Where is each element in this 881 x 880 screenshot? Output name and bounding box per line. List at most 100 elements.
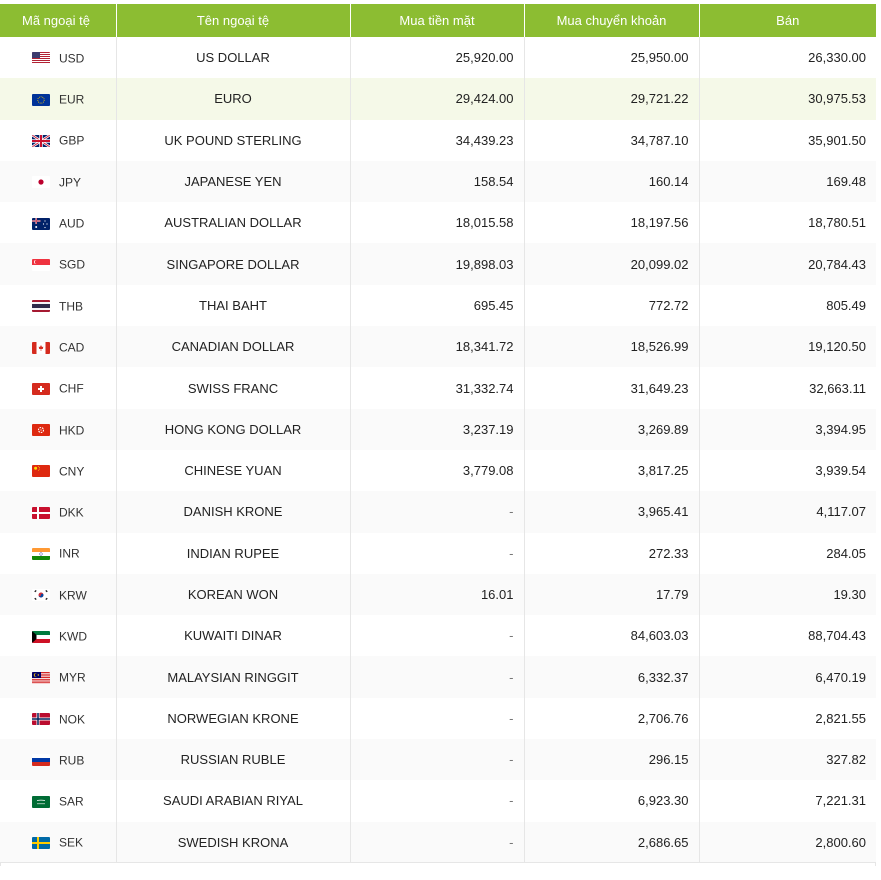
sell-rate: 6,470.19 — [815, 669, 866, 685]
currency-code-cell: SAR — [0, 780, 117, 822]
currency-code-cell: JPY — [0, 160, 117, 203]
currency-code: KWD — [59, 629, 87, 644]
transfer-buy-rate: 3,817.25 — [524, 449, 700, 492]
header-transfer-buy: Mua chuyển khoản — [524, 4, 700, 37]
currency-code-cell: AUD — [0, 202, 117, 244]
us-flag-icon — [32, 52, 50, 65]
currency-name: UK POUND STERLING — [116, 119, 351, 161]
table-row: SEK SWEDISH KRONA -2,686.65 2,800.60 — [0, 821, 876, 864]
sell-rate: 30,975.53 — [808, 91, 866, 107]
th-flag-icon — [32, 300, 50, 313]
table-row: HKD HONG KONG DOLLAR 3,237.19 3,269.89 3,394… — [0, 408, 876, 450]
header-currency-code: Mã ngoại tệ — [0, 4, 117, 37]
sell-rate: 327.82 — [826, 752, 866, 768]
currency-code-cell: USD — [0, 37, 117, 79]
sell-rate: 4,117.07 — [816, 504, 866, 520]
transfer-buy-rate: 84,603.03 — [524, 615, 700, 657]
currency-name: KOREAN WON — [116, 573, 351, 616]
cash-buy-rate: - — [350, 780, 525, 822]
transfer-buy-rate: 2,706.76 — [524, 697, 700, 740]
cash-buy-rate: - — [350, 739, 525, 781]
transfer-buy-rate: 29,721.22 — [524, 78, 700, 120]
transfer-buy-rate: 160.14 — [524, 160, 700, 203]
currency-code-cell: RUB — [0, 739, 117, 781]
table-row: AUD AUSTRALIAN DOLLAR 18,015.58 18,197.56 18… — [0, 202, 876, 244]
cash-buy-rate: 18,015.58 — [350, 202, 525, 244]
cash-buy-rate: 18,341.72 — [350, 326, 525, 368]
transfer-buy-rate: 34,787.10 — [524, 119, 700, 161]
currency-name: INDIAN RUPEE — [116, 532, 351, 574]
sell-rate: 88,704.43 — [808, 628, 866, 644]
currency-code: CHF — [59, 381, 84, 396]
transfer-buy-rate: 3,965.41 — [524, 491, 700, 533]
currency-code: RUB — [59, 753, 85, 768]
cash-buy-rate: 3,237.19 — [350, 408, 525, 450]
cash-buy-rate: 158.54 — [350, 160, 525, 203]
currency-code-cell: CAD — [0, 326, 117, 368]
header-cash-buy: Mua tiền mặt — [350, 4, 525, 37]
sell-rate: 2,821.55 — [815, 710, 866, 726]
currency-code: CAD — [59, 340, 85, 355]
table-row: INR INDIAN RUPEE -272.33 284.05 — [0, 532, 876, 574]
cash-buy-rate: - — [350, 656, 525, 698]
sell-rate: 19.30 — [833, 587, 866, 602]
cash-buy-rate: - — [350, 615, 525, 657]
sell-rate: 35,901.50 — [808, 132, 866, 148]
currency-code: MYR — [59, 670, 86, 685]
no-flag-icon — [32, 713, 50, 726]
ca-flag-icon — [32, 341, 50, 354]
kr-flag-icon — [32, 589, 50, 602]
transfer-buy-rate: 20,099.02 — [524, 243, 700, 285]
table-row: USD US DOLLAR 25,920.00 25,950.00 26,330.00 — [0, 37, 876, 79]
transfer-buy-rate: 18,526.99 — [524, 326, 700, 368]
currency-code-cell: HKD — [0, 408, 117, 450]
table-row: EUR EURO 29,424.00 29,721.22 30,975.53 — [0, 78, 876, 120]
transfer-buy-rate: 6,332.37 — [524, 656, 700, 698]
currency-code: INR — [59, 546, 80, 561]
cash-buy-rate: 31,332.74 — [350, 367, 525, 409]
transfer-buy-rate: 2,686.65 — [524, 821, 700, 864]
transfer-buy-rate: 31,649.23 — [524, 367, 700, 409]
in-flag-icon — [32, 547, 50, 560]
sell-rate: 7,221.31 — [815, 793, 866, 809]
currency-code: KRW — [59, 588, 87, 603]
table-row: SGD SINGAPORE DOLLAR 19,898.03 20,099.02 20,… — [0, 243, 876, 285]
table-row: SAR SAUDI ARABIAN RIYAL -6,923.30 7,221.31 — [0, 780, 876, 822]
cash-buy-rate: - — [350, 697, 525, 740]
cash-buy-rate: - — [350, 491, 525, 533]
sa-flag-icon — [32, 795, 50, 808]
sell-rate: 19,120.50 — [808, 339, 866, 355]
sell-rate: 3,394.95 — [815, 421, 866, 437]
currency-name: CHINESE YUAN — [116, 449, 351, 492]
header-sell: Bán — [699, 4, 876, 37]
currency-name: SINGAPORE DOLLAR — [116, 243, 351, 285]
table-body: USD US DOLLAR 25,920.00 25,950.00 26,330.00 E… — [0, 37, 876, 864]
my-flag-icon — [32, 671, 50, 684]
transfer-buy-rate: 272.33 — [524, 532, 700, 574]
cash-buy-rate: - — [350, 821, 525, 864]
sell-rate: 3,939.54 — [815, 463, 866, 479]
ch-flag-icon — [32, 382, 50, 395]
table-row: NOK NORWEGIAN KRONE -2,706.76 2,821.55 — [0, 697, 876, 740]
currency-code-cell: DKK — [0, 491, 117, 533]
se-flag-icon — [32, 836, 50, 849]
cn-flag-icon — [32, 465, 50, 478]
sell-rate: 805.49 — [826, 297, 866, 313]
currency-code-cell: CHF — [0, 367, 117, 409]
currency-name: NORWEGIAN KRONE — [116, 697, 351, 740]
cash-buy-rate: 19,898.03 — [350, 243, 525, 285]
cash-buy-rate: 16.01 — [350, 573, 525, 616]
header-currency-name: Tên ngoại tệ — [116, 4, 351, 37]
sell-rate: 284.05 — [826, 545, 866, 561]
currency-name: THAI BAHT — [116, 284, 351, 327]
currency-name: SWEDISH KRONA — [116, 821, 351, 864]
ru-flag-icon — [32, 754, 50, 767]
transfer-buy-rate: 17.79 — [524, 573, 700, 616]
currency-code-cell: SEK — [0, 821, 117, 864]
currency-code-cell: NOK — [0, 697, 117, 740]
table-row: DKK DANISH KRONE -3,965.41 4,117.07 — [0, 491, 876, 533]
table-row: CHF SWISS FRANC 31,332.74 31,649.23 32,663.1… — [0, 367, 876, 409]
cash-buy-rate: 3,779.08 — [350, 449, 525, 492]
currency-code: HKD — [59, 423, 85, 438]
currency-code-cell: EUR — [0, 78, 117, 120]
